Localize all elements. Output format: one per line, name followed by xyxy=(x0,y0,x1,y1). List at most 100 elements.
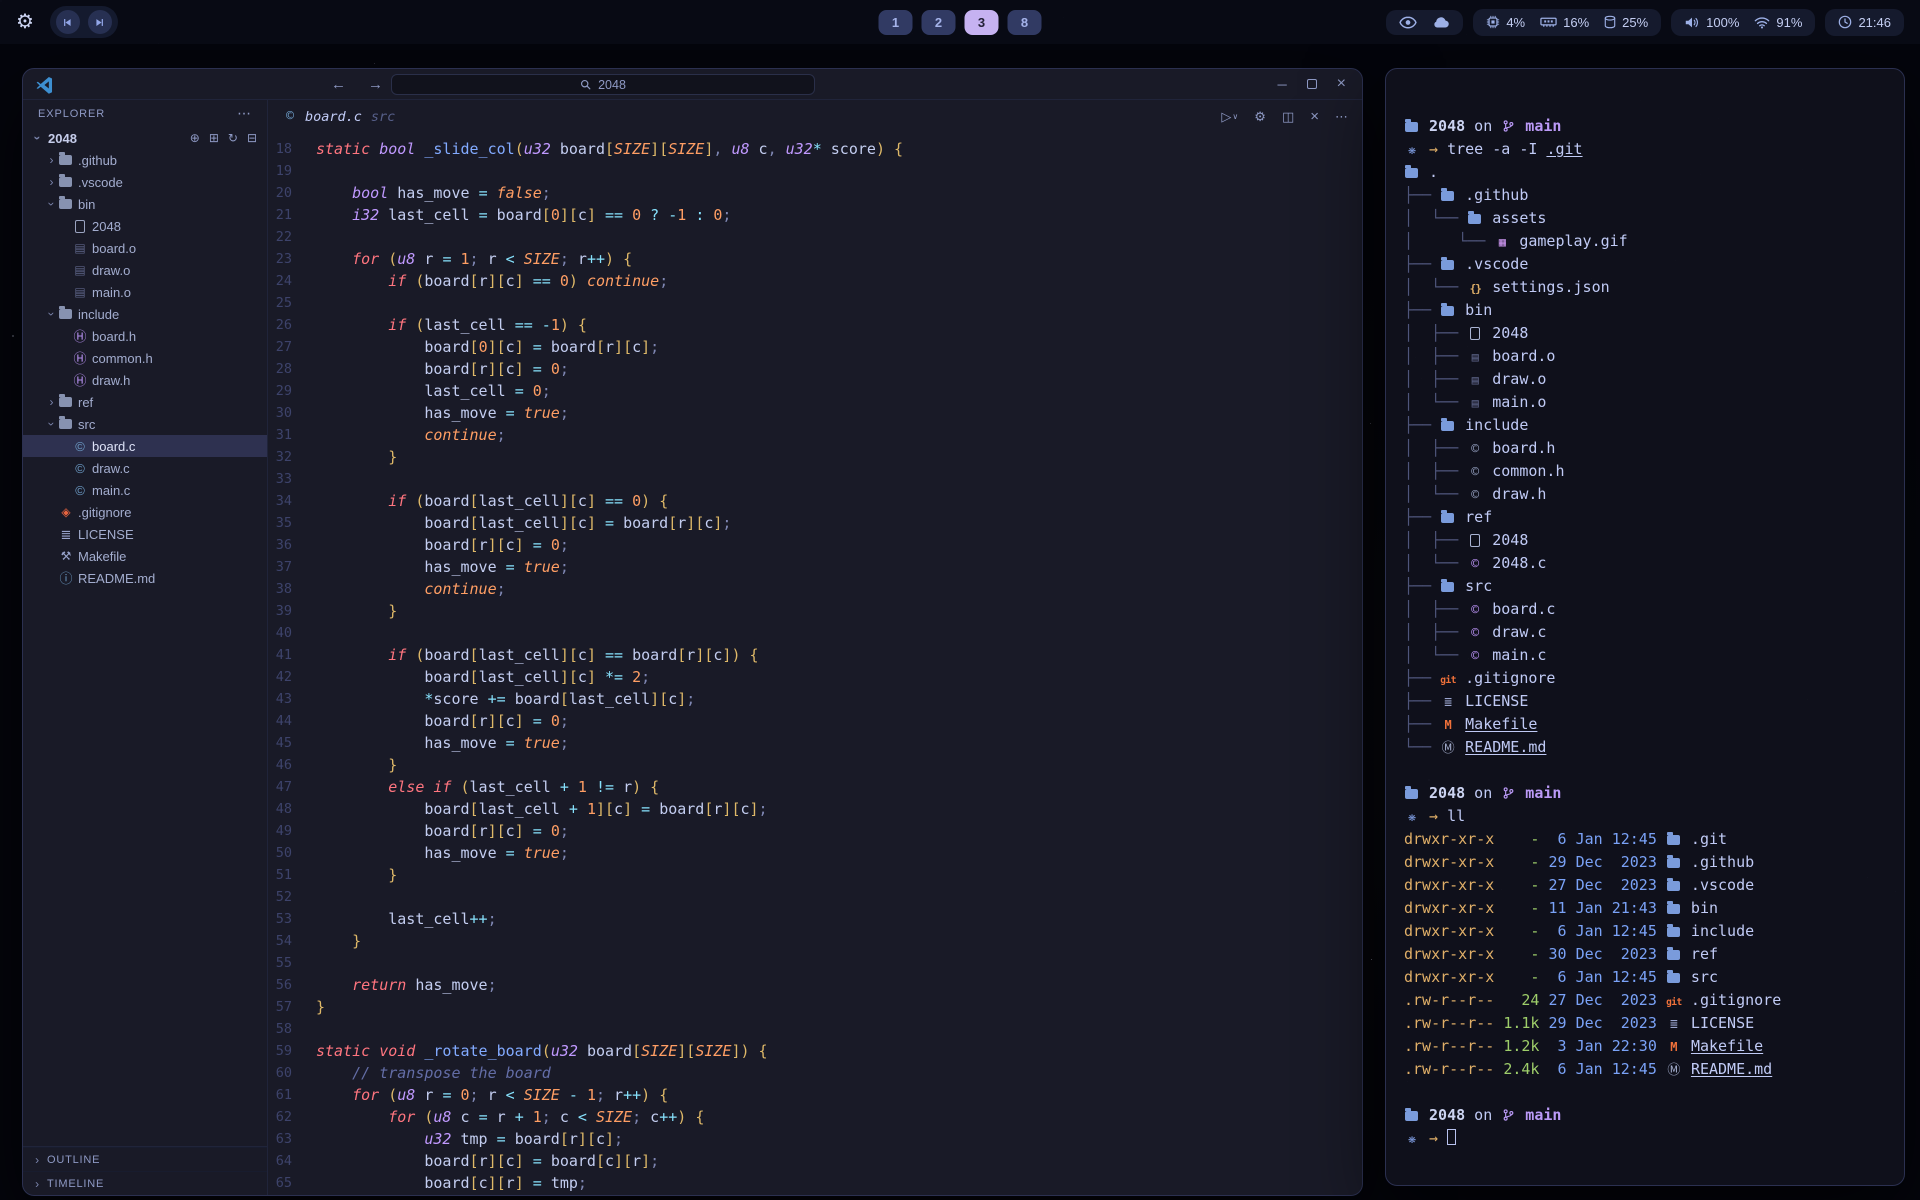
explorer-item-common-h[interactable]: Ⓗcommon.h xyxy=(23,347,267,369)
tab-board-c[interactable]: © board.c src xyxy=(282,109,395,125)
volume-network-stats: 100% 91% xyxy=(1671,9,1815,36)
chdr-icon: © xyxy=(1467,443,1483,456)
quick-toggles xyxy=(1386,10,1463,35)
code-line: 20 bool has_move = false; xyxy=(268,182,1362,204)
cexp-icon: © xyxy=(72,440,88,453)
explorer-item-board-o[interactable]: ▤board.o xyxy=(23,237,267,259)
flake-icon: ❋ xyxy=(1404,811,1420,824)
terminal-line: │ └── ▦ gameplay.gif xyxy=(1404,230,1904,253)
collapse-all-icon[interactable]: ⊟ xyxy=(247,131,257,145)
terminal-line: │ ├── ▤ draw.o xyxy=(1404,368,1904,391)
chdr-icon: © xyxy=(1467,489,1483,502)
terminal-line: │ └── © 2048.c xyxy=(1404,552,1904,575)
media-prev-button[interactable] xyxy=(56,10,80,34)
split-editor-icon[interactable]: ◫ xyxy=(1282,109,1294,125)
explorer-item-main-o[interactable]: ▤main.o xyxy=(23,281,267,303)
line-number: 34 xyxy=(268,490,316,512)
explorer-item-draw-h[interactable]: Ⓗdraw.h xyxy=(23,369,267,391)
terminal-line: │ ├── © board.h xyxy=(1404,437,1904,460)
explorer-item--vscode[interactable]: ›.vscode xyxy=(23,171,267,193)
code-line: 64 board[r][c] = board[c][r]; xyxy=(268,1150,1362,1172)
line-number: 53 xyxy=(268,908,316,930)
search-value: 2048 xyxy=(598,78,626,92)
new-file-icon[interactable]: ⊕ xyxy=(190,131,200,145)
terminal-line: ├── git .gitignore xyxy=(1404,667,1904,690)
chevron-down-icon: › xyxy=(45,198,59,211)
run-button[interactable]: ▷∨ xyxy=(1221,109,1238,125)
workspace-pill-2[interactable]: 2 xyxy=(922,10,956,35)
editor-more-icon[interactable]: ⋯ xyxy=(1335,109,1348,125)
command-search-input[interactable]: 2048 xyxy=(391,74,815,95)
close-button[interactable]: × xyxy=(1337,76,1346,92)
minimize-button[interactable]: ─ xyxy=(1277,78,1286,91)
code-line: 42 board[last_cell][c] *= 2; xyxy=(268,666,1362,688)
tab-filename: board.c xyxy=(305,109,362,125)
explorer-item-draw-c[interactable]: ©draw.c xyxy=(23,457,267,479)
terminal-line: drwxr-xr-x - 6 Jan 12:45 .git xyxy=(1404,828,1904,851)
terminal-line xyxy=(1404,1081,1904,1104)
explorer-item-board-c[interactable]: ©board.c xyxy=(23,435,267,457)
memory-value: 16% xyxy=(1563,15,1589,30)
explorer-item-include[interactable]: ›include xyxy=(23,303,267,325)
folder-icon xyxy=(1667,858,1680,868)
terminal-window[interactable]: 2048 on main❋ → tree -a -I .git .├── .gi… xyxy=(1385,68,1905,1186)
flake-icon: ❋ xyxy=(1404,1133,1420,1146)
launcher-gear-icon[interactable]: ⚙ xyxy=(16,12,34,32)
terminal-line: ├── .vscode xyxy=(1404,253,1904,276)
explorer-item-ref[interactable]: ›ref xyxy=(23,391,267,413)
explorer-item-bin[interactable]: › bin xyxy=(23,193,267,215)
explorer-item--gitignore[interactable]: ◈.gitignore xyxy=(23,501,267,523)
line-number: 51 xyxy=(268,864,316,886)
outline-panel[interactable]: › OUTLINE xyxy=(23,1147,267,1171)
terminal-line: │ ├── 2048 xyxy=(1404,529,1904,552)
visibility-icon[interactable] xyxy=(1399,16,1417,29)
explorer-item-makefile[interactable]: ⚒Makefile xyxy=(23,545,267,567)
chdr-icon: © xyxy=(1467,466,1483,479)
disk-stat: 25% xyxy=(1604,15,1648,30)
explorer-item-board-h[interactable]: Ⓗboard.h xyxy=(23,325,267,347)
line-number: 43 xyxy=(268,688,316,710)
terminal-line: ├── src xyxy=(1404,575,1904,598)
clock-widget: 21:46 xyxy=(1825,9,1904,36)
timeline-panel[interactable]: › TIMELINE xyxy=(23,1171,267,1195)
line-number: 29 xyxy=(268,380,316,402)
media-next-button[interactable] xyxy=(88,10,112,34)
settings-gear-icon[interactable]: ⚙ xyxy=(1254,109,1266,125)
code-line: 36 board[r][c] = 0; xyxy=(268,534,1362,556)
editor-tabbar: © board.c src ▷∨ ⚙ ◫ × ⋯ xyxy=(268,100,1362,133)
code-editor[interactable]: 18static bool _slide_col(u32 board[SIZE]… xyxy=(268,133,1362,1195)
csrc-icon: © xyxy=(1467,604,1483,617)
nav-forward-button[interactable]: → xyxy=(368,76,383,93)
explorer-title: EXPLORER xyxy=(38,108,105,120)
code-line: 18static bool _slide_col(u32 board[SIZE]… xyxy=(268,138,1362,160)
editor-window: ← → 2048 ─ × EXPLORER ⋯ › 2048 xyxy=(22,68,1363,1196)
explorer-item-draw-o[interactable]: ▤draw.o xyxy=(23,259,267,281)
volume-value: 100% xyxy=(1706,15,1739,30)
explorer-item-label: bin xyxy=(78,197,95,212)
terminal-line: │ ├── ▤ board.o xyxy=(1404,345,1904,368)
explorer-item-2048[interactable]: 2048 xyxy=(23,215,267,237)
code-line: 53 last_cell++; xyxy=(268,908,1362,930)
explorer-item-readme-md[interactable]: ⓘREADME.md xyxy=(23,567,267,589)
explorer-item-label: include xyxy=(78,307,119,322)
explorer-item-main-c[interactable]: ©main.c xyxy=(23,479,267,501)
nav-back-button[interactable]: ← xyxy=(331,76,346,93)
workspace-pill-3[interactable]: 3 xyxy=(965,10,999,35)
new-folder-icon[interactable]: ⊞ xyxy=(209,131,219,145)
explorer-item-src[interactable]: ›src xyxy=(23,413,267,435)
refresh-icon[interactable]: ↻ xyxy=(228,131,238,145)
wifi-value: 91% xyxy=(1776,15,1802,30)
cloud-icon[interactable] xyxy=(1432,16,1450,29)
explorer-item-license[interactable]: ≣LICENSE xyxy=(23,523,267,545)
explorer-item--github[interactable]: ›.github xyxy=(23,149,267,171)
explorer-more-icon[interactable]: ⋯ xyxy=(237,105,252,122)
close-tab-icon[interactable]: × xyxy=(1310,108,1319,125)
code-line: 62 for (u8 c = r + 1; c < SIZE; c++) { xyxy=(268,1106,1362,1128)
maximize-button[interactable] xyxy=(1307,79,1317,89)
explorer-root-folder[interactable]: › 2048 ⊕ ⊞ ↻ ⊟ xyxy=(23,127,267,149)
branch-icon xyxy=(1501,119,1516,134)
code-line: 25 xyxy=(268,292,1362,314)
workspace-pill-1[interactable]: 1 xyxy=(879,10,913,35)
workspace-pill-8[interactable]: 8 xyxy=(1008,10,1042,35)
folder-icon xyxy=(1405,122,1418,132)
